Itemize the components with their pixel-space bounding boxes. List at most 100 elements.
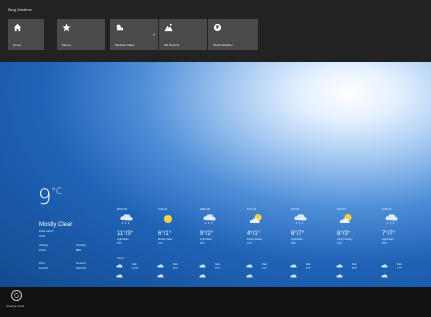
day-condition: Light Rain: [291, 238, 303, 241]
change-units-label: Change Units: [6, 304, 25, 308]
day-condition: Partly Cloudy: [337, 238, 353, 241]
day-name: FRI 22: [291, 208, 300, 211]
forecast-day[interactable]: THU 21 4°/1° Partly Cloudy 10%: [240, 208, 278, 245]
day-condition: Light Rain: [382, 238, 394, 241]
weather-background: [0, 62, 431, 287]
day-temps: 11°/3°: [117, 231, 134, 237]
rain-icon: [199, 264, 206, 268]
day-temps: 7°/7°: [382, 231, 396, 237]
nav-places[interactable]: Places: [57, 19, 105, 50]
forecast-day[interactable]: WED 20 9°/2° Light Rain 80%: [193, 208, 231, 245]
forecast-day[interactable]: SAT 23 8°/3° Partly Cloudy 10%: [330, 208, 368, 245]
hourly-value: 12°/6°: [132, 267, 139, 270]
day-precip: 80%: [117, 242, 122, 245]
sun-icon: [164, 215, 172, 223]
forecast-day[interactable]: FRI 22 8°/7° Light Rain 80%: [284, 208, 322, 245]
app-title: Bing Weather: [8, 7, 33, 12]
day-name: SUN 24: [382, 208, 392, 211]
hourly-cell[interactable]: Rain 6°/1°: [151, 259, 189, 285]
day-precip: 10%: [158, 242, 163, 245]
rain-cloud-icon: [294, 214, 307, 225]
detail-value: 10 km: [39, 249, 46, 252]
change-units-icon: [14, 293, 19, 298]
day-name: WED 20: [200, 208, 211, 211]
day-precip: 10%: [337, 242, 342, 245]
rain-icon: [199, 274, 206, 278]
day-precip: 80%: [382, 242, 387, 245]
hourly-value: 8°/7°: [306, 267, 312, 270]
detail-label: Humidity: [76, 244, 86, 247]
day-temps: 9°/2°: [200, 231, 214, 237]
feels-like: Feels Like 8°: [39, 230, 55, 233]
hourly-cell[interactable]: Rain 12°/6°: [110, 259, 148, 285]
change-units-button[interactable]: [11, 290, 22, 301]
nav-label: Ski Resorts: [164, 43, 180, 47]
day-condition: Mostly Clear: [158, 238, 173, 241]
rain-cloud-icon: [385, 214, 398, 225]
day-name: TUE 19: [158, 208, 168, 211]
day-condition: Light Rain: [117, 238, 129, 241]
hourly-label: Rain: [352, 263, 357, 266]
nav-label: Home: [13, 43, 22, 47]
bottom-app-bar: [0, 287, 431, 317]
day-name: MON 18: [117, 208, 128, 211]
nav-ski-resorts[interactable]: Ski Resorts: [159, 19, 207, 50]
hourly-cell[interactable]: Rain 4°/1°: [240, 259, 278, 285]
nav-home[interactable]: Home: [8, 19, 44, 50]
day-temps: 4°/1°: [247, 231, 261, 237]
day-condition: Partly Cloudy: [247, 238, 263, 241]
rain-icon: [290, 274, 297, 278]
day-precip: 80%: [291, 242, 296, 245]
hourly-value: 4°/1°: [262, 267, 268, 270]
day-name: THU 21: [247, 208, 257, 211]
detail-label: Visibility: [39, 244, 48, 247]
top-app-bar: Bing Weather Home Places Weather Maps ▾ …: [0, 0, 431, 62]
weather-maps-icon: [116, 24, 124, 31]
forecast-day[interactable]: MON 18 11°/3° Light Rain 80%: [110, 208, 148, 245]
rain-icon: [381, 264, 388, 268]
rain-cloud-icon: [203, 214, 216, 225]
day-temps: 8°/3°: [337, 231, 351, 237]
day-temps: 8°/7°: [291, 231, 305, 237]
rain-icon: [336, 264, 343, 268]
observation-time: 18:01: [39, 235, 46, 238]
nav-label: Places: [62, 43, 72, 47]
hourly-cell[interactable]: Rain 7°/7°: [375, 259, 413, 285]
hourly-label: Rain: [132, 263, 137, 266]
forecast-day[interactable]: TUE 19 6°/1° Mostly Clear 10%: [151, 208, 189, 245]
hourly-label: Rain: [306, 263, 311, 266]
hourly-cell[interactable]: Rain 9°/2°: [193, 259, 231, 285]
detail-value: 1012 mb: [76, 267, 86, 270]
hourly-label: Rain: [262, 263, 267, 266]
hourly-value: 7°/7°: [397, 267, 403, 270]
detail-label: Pressure: [76, 262, 87, 265]
rain-icon: [381, 274, 388, 278]
hourly-value: 8°/3°: [352, 267, 358, 270]
current-condition: Mostly Clear: [39, 222, 73, 228]
detail-value: 86%: [76, 249, 82, 252]
hourly-label: Rain: [397, 263, 402, 266]
forecast-day[interactable]: SUN 24 7°/7° Light Rain 80%: [375, 208, 413, 245]
hourly-cell[interactable]: Rain 8°/7°: [284, 259, 322, 285]
rain-icon: [157, 274, 164, 278]
hourly-value: 6°/1°: [173, 267, 179, 270]
partly-cloudy-icon: [249, 214, 262, 223]
day-precip: 80%: [200, 242, 205, 245]
nav-world-weather[interactable]: World Weather: [208, 19, 258, 50]
nav-label: World Weather: [213, 43, 233, 47]
rain-icon: [336, 274, 343, 278]
detail-label: Wind: [39, 262, 45, 265]
rain-icon: [246, 264, 253, 268]
rain-icon: [290, 264, 297, 268]
day-condition: Light Rain: [200, 238, 212, 241]
nav-weather-maps[interactable]: Weather Maps ▾: [110, 19, 158, 50]
day-precip: 10%: [247, 242, 252, 245]
day-temps: 6°/1°: [158, 231, 172, 237]
home-icon: [13, 23, 22, 32]
detail-value: 12 km/h: [39, 267, 48, 270]
day-name: SAT 23: [337, 208, 346, 211]
mountain-icon: [164, 23, 173, 32]
hourly-cell[interactable]: Rain 8°/3°: [330, 259, 368, 285]
rain-cloud-icon: [120, 214, 133, 225]
star-icon: [62, 23, 71, 32]
